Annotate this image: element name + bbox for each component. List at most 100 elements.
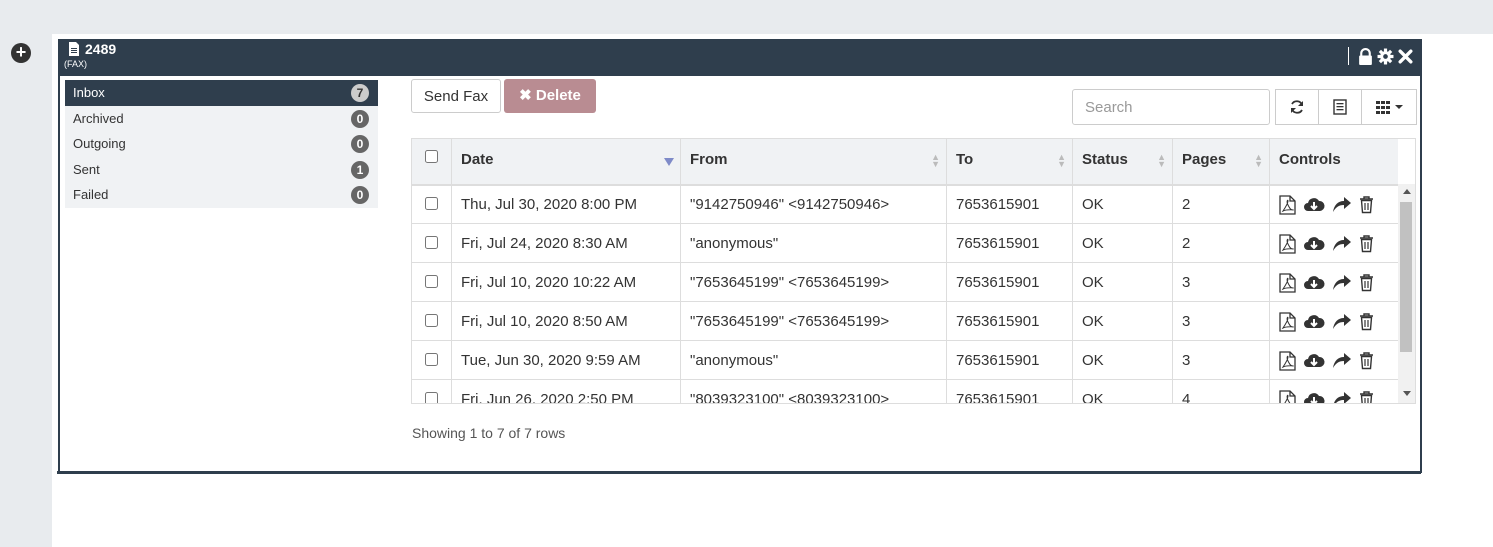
table-row[interactable]: Fri, Jul 10, 2020 8:50 AM "7653645199" <7…: [412, 302, 1398, 341]
forward-icon[interactable]: [1332, 391, 1352, 405]
cell-date: Fri, Jul 10, 2020 10:22 AM: [452, 263, 681, 302]
row-select-cell: [412, 302, 452, 341]
sidebar-item-outgoing[interactable]: Outgoing 0: [65, 131, 378, 157]
sidebar-item-label: Failed: [73, 187, 109, 203]
table-row[interactable]: Tue, Jun 30, 2020 9:59 AM "anonymous" 7653…: [412, 341, 1398, 380]
table-row[interactable]: Thu, Jul 30, 2020 8:00 PM "9142750946" <9…: [412, 185, 1398, 224]
row-select-cell: [412, 341, 452, 380]
column-header-to[interactable]: To ▲ ▼: [947, 139, 1073, 184]
pdf-icon[interactable]: [1279, 233, 1296, 254]
fax-panel: 2489 (FAX) Inbox 7 Archived 0 Outgoing 0…: [58, 39, 1422, 473]
cell-date: Fri, Jul 24, 2020 8:30 AM: [452, 224, 681, 263]
cell-status: OK: [1073, 380, 1173, 403]
table-row[interactable]: Fri, Jul 10, 2020 10:22 AM "7653645199" <…: [412, 263, 1398, 302]
row-checkbox[interactable]: [425, 392, 438, 403]
cloud-download-icon[interactable]: [1303, 352, 1325, 370]
cell-date: Thu, Jul 30, 2020 8:00 PM: [452, 185, 681, 224]
refresh-button[interactable]: [1275, 89, 1319, 125]
cell-status: OK: [1073, 185, 1173, 224]
forward-icon[interactable]: [1332, 352, 1352, 370]
sidebar-item-label: Sent: [73, 161, 100, 177]
gear-icon[interactable]: [1377, 48, 1394, 65]
row-select-cell: [412, 380, 452, 403]
sort-icon: ▲ ▼: [1254, 152, 1263, 169]
scroll-thumb[interactable]: [1400, 202, 1412, 352]
pdf-icon[interactable]: [1279, 389, 1296, 405]
cloud-download-icon[interactable]: [1303, 313, 1325, 331]
cell-from: "7653645199" <7653645199>: [681, 302, 947, 341]
cloud-download-icon[interactable]: [1303, 391, 1325, 405]
trash-icon[interactable]: [1359, 312, 1374, 331]
sort-icon: ▲ ▼: [1057, 152, 1066, 169]
row-controls: [1270, 185, 1398, 224]
trash-icon[interactable]: [1359, 234, 1374, 253]
column-header-pages[interactable]: Pages ▲ ▼: [1173, 139, 1270, 184]
row-checkbox[interactable]: [425, 236, 438, 249]
lock-icon[interactable]: [1357, 47, 1374, 65]
cell-pages: 2: [1173, 185, 1270, 224]
search-input[interactable]: [1072, 89, 1270, 125]
sidebar-item-label: Inbox: [73, 85, 105, 100]
pdf-icon[interactable]: [1279, 272, 1296, 293]
trash-icon[interactable]: [1359, 351, 1374, 370]
forward-icon[interactable]: [1332, 196, 1352, 214]
add-panel-button[interactable]: +: [11, 43, 31, 63]
send-fax-button[interactable]: Send Fax: [411, 79, 501, 113]
cell-pages: 3: [1173, 302, 1270, 341]
table-scrollbar[interactable]: [1398, 184, 1415, 403]
caret-down-icon: [1394, 105, 1403, 109]
scroll-up-arrow[interactable]: [1403, 189, 1411, 194]
pdf-icon[interactable]: [1279, 350, 1296, 371]
sidebar-item-label: Archived: [73, 110, 124, 126]
cloud-download-icon[interactable]: [1303, 235, 1325, 253]
columns-dropdown-button[interactable]: [1361, 89, 1417, 125]
trash-icon[interactable]: [1359, 390, 1374, 405]
forward-icon[interactable]: [1332, 313, 1352, 331]
row-checkbox[interactable]: [425, 314, 438, 327]
count-badge: 7: [351, 84, 369, 102]
close-icon[interactable]: [1397, 48, 1414, 65]
pdf-icon[interactable]: [1279, 194, 1296, 215]
column-header-status[interactable]: Status ▲ ▼: [1073, 139, 1173, 184]
row-controls: [1270, 380, 1398, 405]
row-checkbox[interactable]: [425, 275, 438, 288]
folder-sidebar: Inbox 7 Archived 0 Outgoing 0 Sent 1 Fai…: [65, 80, 378, 208]
toggle-view-button[interactable]: [1318, 89, 1362, 125]
pdf-icon[interactable]: [1279, 311, 1296, 332]
cell-to: 7653615901: [947, 302, 1073, 341]
cell-to: 7653615901: [947, 341, 1073, 380]
sidebar-item-failed[interactable]: Failed 0: [65, 182, 378, 208]
panel-subtitle: (FAX): [64, 59, 88, 69]
table-row[interactable]: Fri, Jun 26, 2020 2:50 PM "8039323100" <8…: [412, 380, 1398, 405]
sidebar-item-inbox[interactable]: Inbox 7: [65, 80, 378, 106]
column-header-controls: Controls: [1270, 139, 1398, 184]
select-all-checkbox[interactable]: [425, 150, 438, 163]
count-badge: 0: [351, 135, 369, 154]
cell-pages: 2: [1173, 224, 1270, 263]
delete-label: Delete: [535, 87, 581, 104]
cell-date: Fri, Jun 26, 2020 2:50 PM: [452, 380, 681, 403]
left-rail: [0, 34, 52, 547]
cell-status: OK: [1073, 341, 1173, 380]
sidebar-item-archived[interactable]: Archived 0: [65, 106, 378, 132]
column-header-date[interactable]: Date: [452, 139, 681, 184]
forward-icon[interactable]: [1332, 235, 1352, 253]
row-checkbox[interactable]: [425, 197, 438, 210]
cloud-download-icon[interactable]: [1303, 196, 1325, 214]
table-row[interactable]: Fri, Jul 24, 2020 8:30 AM "anonymous" 7653…: [412, 224, 1398, 263]
row-select-cell: [412, 185, 452, 224]
cell-from: "8039323100" <8039323100>: [681, 380, 947, 403]
row-checkbox[interactable]: [425, 353, 438, 366]
trash-icon[interactable]: [1359, 195, 1374, 214]
sidebar-item-sent[interactable]: Sent 1: [65, 157, 378, 183]
forward-icon[interactable]: [1332, 274, 1352, 292]
grid-icon: [1375, 101, 1390, 114]
cell-from: "7653645199" <7653645199>: [681, 263, 947, 302]
fax-table: Date From ▲ ▼ To ▲ ▼ Status ▲ ▼ Pages ▲ ▼ Co…: [411, 138, 1416, 404]
column-header-from[interactable]: From ▲ ▼: [681, 139, 947, 184]
trash-icon[interactable]: [1359, 273, 1374, 292]
top-band: [0, 0, 1493, 34]
scroll-down-arrow[interactable]: [1403, 391, 1411, 396]
cloud-download-icon[interactable]: [1303, 274, 1325, 292]
delete-button[interactable]: ✖ Delete: [504, 79, 596, 113]
